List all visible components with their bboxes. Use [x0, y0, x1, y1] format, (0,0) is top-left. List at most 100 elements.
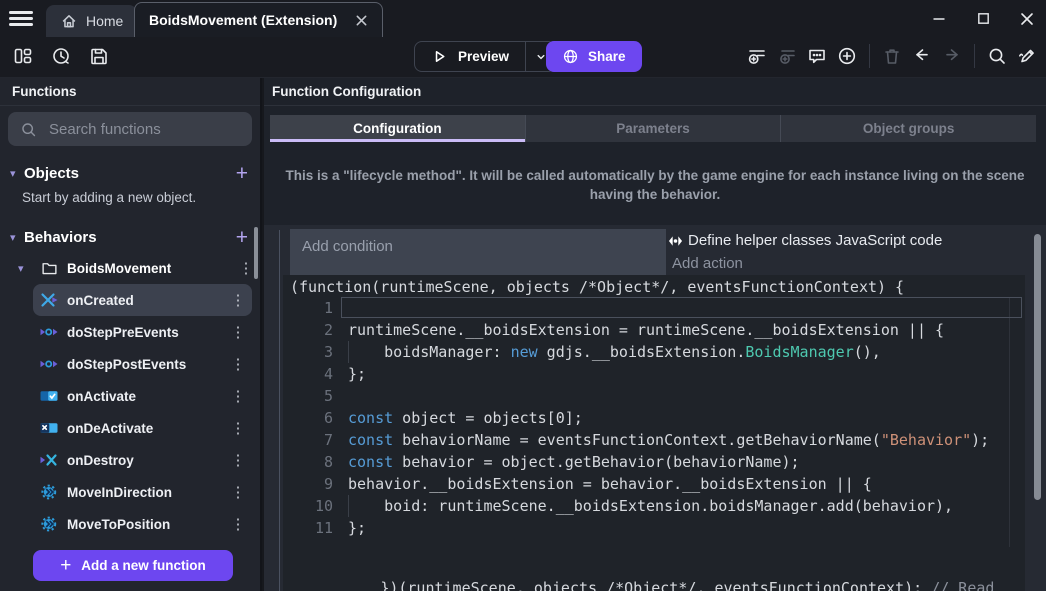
functions-sidebar: Functions ▾ Objects + Start by adding a …: [0, 78, 262, 591]
kebab-menu-icon[interactable]: ⋮: [230, 291, 246, 309]
line-number: 4: [283, 363, 333, 385]
add-condition-cell[interactable]: Add condition: [290, 229, 666, 275]
function-item-onDeActivate[interactable]: onDeActivate ⋮: [33, 412, 252, 444]
code-line-5[interactable]: 5: [283, 385, 1025, 407]
kebab-menu-icon[interactable]: ⋮: [230, 355, 246, 373]
add-action-placeholder[interactable]: Add action: [672, 255, 743, 272]
toolbar-left-icons: [10, 42, 112, 70]
code-wrapper-close: })(runtimeScene, objects /*Object*/, eve…: [290, 555, 1004, 591]
tab-parameters[interactable]: Parameters: [525, 115, 781, 142]
maximize-button[interactable]: [972, 8, 994, 30]
close-button[interactable]: [1016, 8, 1038, 30]
focused-line-box: [341, 297, 1022, 318]
function-item-MoveInDirection[interactable]: MoveInDirection ⋮: [33, 476, 252, 508]
add-condition-placeholder: Add condition: [302, 238, 393, 255]
tab-configuration[interactable]: Configuration: [270, 115, 525, 142]
history-button[interactable]: [48, 42, 74, 70]
toolbar-divider: [974, 44, 975, 68]
search-button[interactable]: [984, 42, 1010, 70]
event-drag-handle[interactable]: [279, 230, 280, 591]
function-item-doStepPreEvents[interactable]: doStepPreEvents ⋮: [33, 316, 252, 348]
code-line-text: const object = objects[0];: [348, 407, 583, 429]
code-line-6[interactable]: 6const object = objects[0];: [283, 407, 1025, 429]
add-event-icon: [747, 46, 767, 66]
kebab-menu-icon[interactable]: ⋮: [238, 259, 254, 277]
code-line-11[interactable]: 11};: [283, 517, 1025, 539]
function-item-onCreated[interactable]: onCreated⋮: [33, 284, 252, 316]
hamburger-menu-icon[interactable]: [9, 8, 33, 28]
code-line-text: const behavior = object.getBehavior(beha…: [348, 451, 800, 473]
kebab-menu-icon[interactable]: ⋮: [230, 323, 246, 341]
function-item-label: MoveToPosition: [67, 517, 221, 532]
add-object-button[interactable]: +: [232, 163, 252, 184]
add-function-label: Add a new function: [81, 558, 206, 573]
save-button[interactable]: [86, 42, 112, 70]
kebab-menu-icon[interactable]: ⋮: [230, 419, 246, 437]
code-line-7[interactable]: 7const behaviorName = eventsFunctionCont…: [283, 429, 1025, 451]
kebab-menu-icon[interactable]: ⋮: [230, 483, 246, 501]
add-circle-icon: [837, 46, 857, 66]
tab-close-icon[interactable]: [355, 14, 368, 27]
main-scrollbar[interactable]: [1034, 234, 1041, 500]
code-line-2[interactable]: 2runtimeScene.__boidsExtension = runtime…: [283, 319, 1025, 341]
sidebar-scrollbar[interactable]: [254, 227, 258, 279]
titlebar: Home BoidsMovement (Extension): [0, 0, 1046, 37]
function-item-label: MoveInDirection: [67, 485, 221, 500]
js-code-editor[interactable]: (function(runtimeScene, objects /*Object…: [283, 275, 1025, 591]
minimize-button[interactable]: [928, 8, 950, 30]
add-circle-button[interactable]: [834, 42, 860, 70]
kebab-menu-icon[interactable]: ⋮: [230, 387, 246, 405]
search-functions-box[interactable]: [8, 112, 252, 146]
line-number: 9: [283, 473, 333, 495]
function-item-label: doStepPreEvents: [67, 325, 221, 340]
panels-button[interactable]: [10, 42, 36, 70]
line-number: 3: [283, 341, 333, 363]
function-item-onActivate[interactable]: onActivate⋮: [33, 380, 252, 412]
chevron-down-icon[interactable]: ▾: [10, 167, 24, 180]
activate-function-icon: [40, 388, 58, 404]
objects-empty-hint: Start by adding a new object.: [22, 190, 196, 205]
add-event-button[interactable]: [744, 42, 770, 70]
add-subevent-button[interactable]: [774, 42, 800, 70]
function-item-MoveToPosition[interactable]: MoveToPosition ⋮: [33, 508, 252, 540]
add-comment-button[interactable]: [804, 42, 830, 70]
code-line-9[interactable]: 9behavior.__boidsExtension = behavior.__…: [283, 473, 1025, 495]
tab-home-label: Home: [86, 13, 123, 29]
code-line-1[interactable]: 1: [283, 297, 1025, 319]
code-line-10[interactable]: 10 boid: runtimeScene.__boidsExtension.b…: [283, 495, 1025, 517]
preview-button[interactable]: Preview: [414, 41, 556, 72]
search-functions-input[interactable]: [47, 120, 217, 139]
redo-button[interactable]: [939, 42, 965, 70]
kebab-menu-icon[interactable]: ⋮: [230, 451, 246, 469]
undo-button[interactable]: [909, 42, 935, 70]
function-item-label: doStepPostEvents: [67, 357, 221, 372]
function-item-label: onDeActivate: [67, 421, 221, 436]
edit-extension-button[interactable]: [1014, 42, 1040, 70]
tab-home[interactable]: Home: [46, 5, 137, 37]
tab-extension[interactable]: BoidsMovement (Extension): [134, 2, 383, 37]
function-item-doStepPostEvents[interactable]: doStepPostEvents ⋮: [33, 348, 252, 380]
add-function-button[interactable]: + Add a new function: [33, 550, 233, 581]
js-event-title-label: Define helper classes JavaScript code: [688, 232, 942, 249]
tab-object-groups[interactable]: Object groups: [780, 115, 1036, 142]
chevron-down-icon[interactable]: ▾: [10, 231, 24, 244]
chevron-down-icon[interactable]: ▾: [18, 262, 32, 275]
code-line-text: runtimeScene.__boidsExtension = runtimeS…: [348, 319, 944, 341]
preview-button-main[interactable]: Preview: [415, 42, 525, 71]
share-button[interactable]: Share: [546, 41, 642, 72]
code-line-8[interactable]: 8const behavior = object.getBehavior(beh…: [283, 451, 1025, 473]
js-event-title-row[interactable]: Define helper classes JavaScript code: [668, 232, 942, 249]
add-behavior-button[interactable]: +: [232, 227, 252, 248]
function-item-label: onDestroy: [67, 453, 221, 468]
line-number: 1: [283, 297, 333, 319]
kebab-menu-icon[interactable]: ⋮: [230, 515, 246, 533]
behavior-group-row[interactable]: ▾ BoidsMovement ⋮: [18, 254, 254, 282]
folder-icon: [41, 260, 58, 276]
behaviors-section-row: ▾ Behaviors +: [0, 224, 262, 250]
code-line-text: const behaviorName = eventsFunctionConte…: [348, 429, 989, 451]
code-line-4[interactable]: 4};: [283, 363, 1025, 385]
sidebar-title: Functions: [0, 78, 260, 106]
function-item-onDestroy[interactable]: onDestroy ⋮: [33, 444, 252, 476]
code-line-3[interactable]: 3 boidsManager: new gdjs.__boidsExtensio…: [283, 341, 1025, 363]
trash-button[interactable]: [879, 42, 905, 70]
